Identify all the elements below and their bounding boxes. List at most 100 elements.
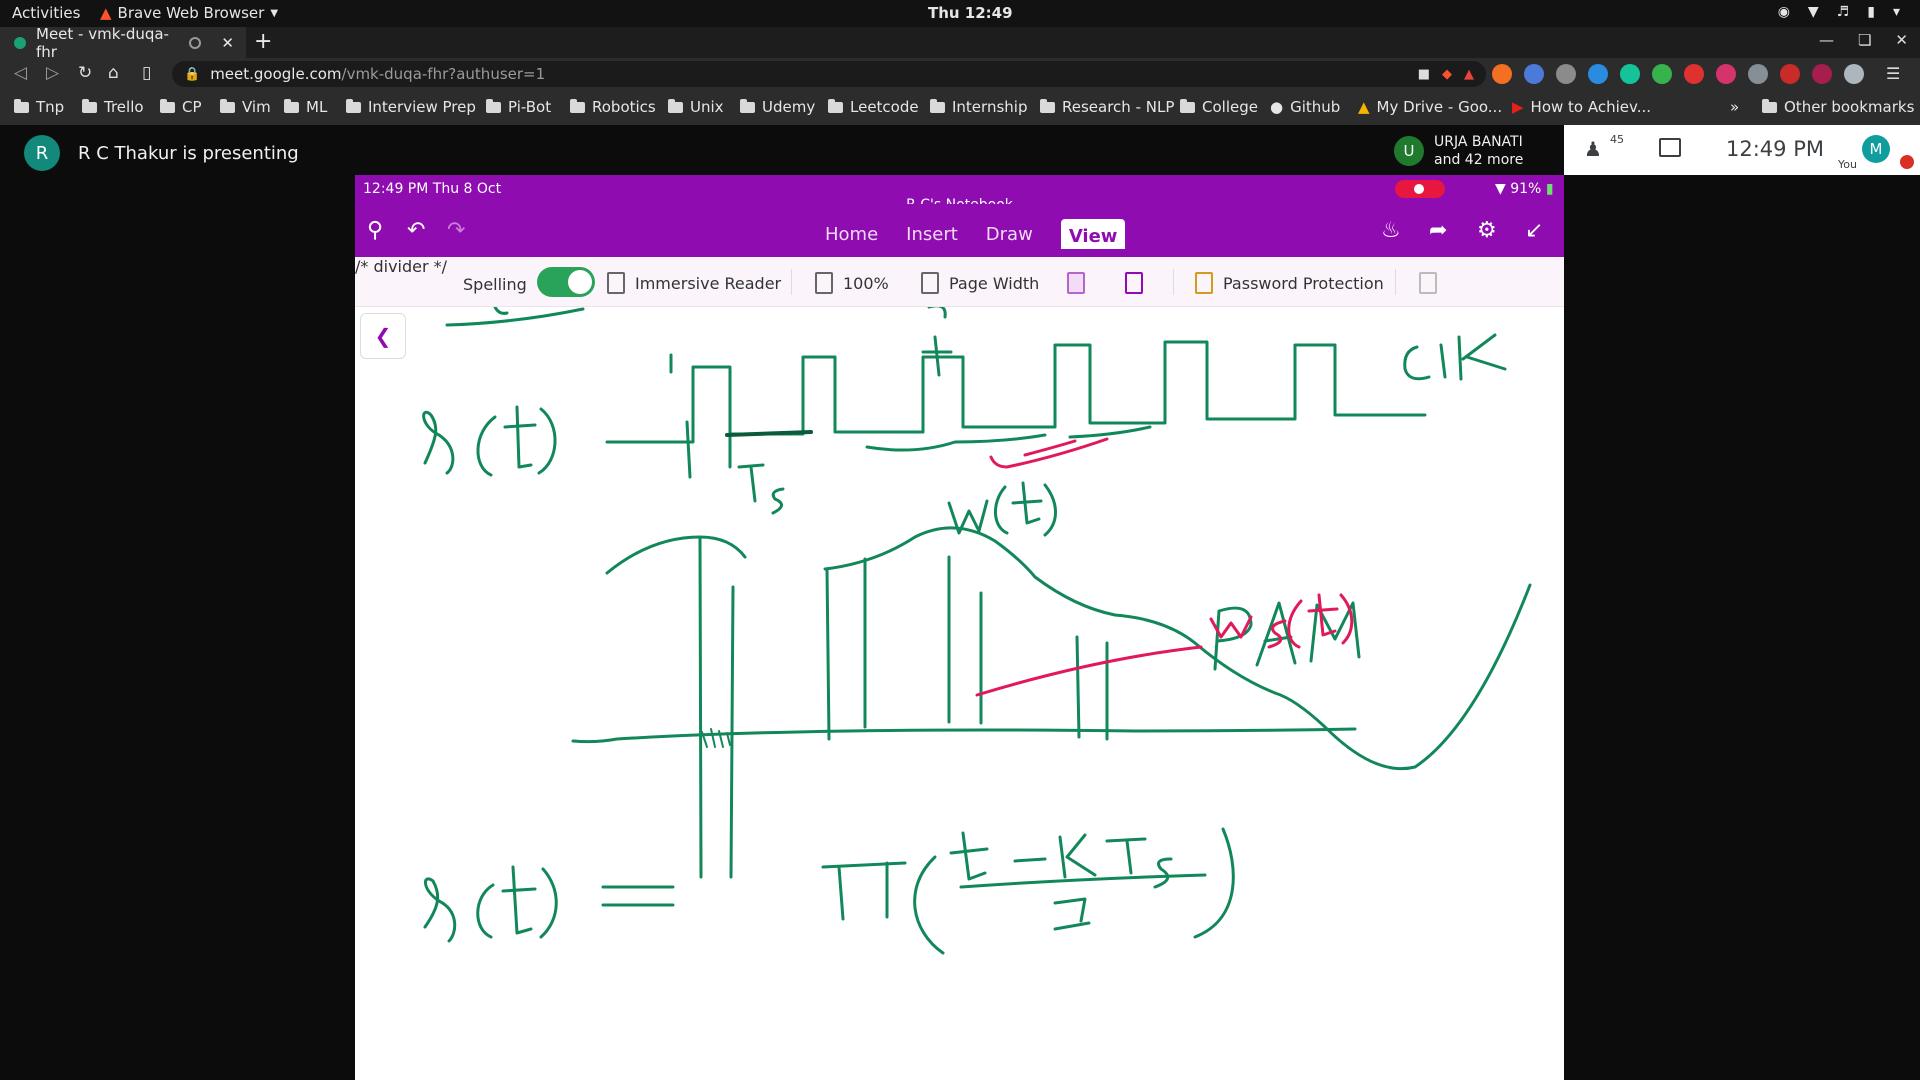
camera-icon[interactable]: ■ [1418,67,1430,82]
activities-button[interactable]: Activities [12,4,80,22]
tab-draw[interactable]: Draw [986,224,1033,249]
home-icon[interactable]: ⌂ [108,63,119,83]
back-icon[interactable]: ◁ [14,63,27,83]
bookmark-tnp[interactable]: Tnp [14,98,64,116]
bookmark-college[interactable]: College [1180,98,1258,116]
ink-numerator [1105,837,1147,875]
folder-icon [160,98,175,113]
collapse-icon[interactable]: ↙ [1525,218,1543,243]
undo-icon[interactable]: ↶ [407,218,425,243]
extension-4-icon[interactable] [1588,64,1608,84]
bookmark-unix[interactable]: Unix [668,98,724,116]
ink-label-w-t [1043,483,1057,537]
participant-tile[interactable]: U URJA BANATI and 42 more [1394,133,1523,169]
restore-icon[interactable]: ❏ [1858,31,1871,49]
grammarly-icon[interactable] [1620,64,1640,84]
ink-equation-s [539,867,558,939]
bookmark-pi-bot[interactable]: Pi-Bot [486,98,551,116]
search-icon[interactable]: ⚲ [367,218,383,243]
tab-home[interactable]: Home [825,224,878,249]
reload-icon[interactable]: ↻ [78,63,92,83]
bookmark-udemy[interactable]: Udemy [740,98,815,116]
extension-1-icon[interactable] [1492,64,1512,84]
brave-rewards-icon[interactable]: ▲ [1464,67,1474,82]
folder-icon [284,98,299,113]
bookmark-cp[interactable]: CP [160,98,202,116]
bookmark-robotics[interactable]: Robotics [570,98,656,116]
password-protection-button[interactable]: Password Protection [1195,272,1384,294]
share-icon[interactable]: ➦ [1429,218,1447,243]
close-tab-icon[interactable]: ✕ [221,34,234,52]
bookmark-vim[interactable]: Vim [220,98,271,116]
bookmark-icon[interactable]: ▯ [142,63,151,83]
rule-lines-button[interactable] [1125,272,1143,294]
bookmark-my-drive[interactable]: ▲ My Drive - Goo... [1358,98,1502,116]
tab-view[interactable]: View [1060,219,1126,249]
ipad-status-bar: 12:49 PM Thu 8 Oct R C's Notebook ▼ 91% … [355,175,1564,213]
tab-insert[interactable]: Insert [906,224,958,249]
bookmark-ml[interactable]: ML [284,98,327,116]
ink-stroke [921,307,953,377]
participant-name: URJA BANATI [1434,134,1523,150]
ink-stroke [493,307,509,315]
battery-icon: ▮ [1545,181,1554,197]
system-tray[interactable]: ◉ ▼ ♬ ▮ ▾ [1778,4,1900,20]
menu-icon[interactable]: ☰ [1886,64,1900,84]
ink-equation-s [423,877,457,943]
minimize-icon[interactable]: — [1819,31,1834,49]
extension-8-icon[interactable] [1716,64,1736,84]
extension-3-icon[interactable] [1556,64,1576,84]
people-icon[interactable]: ♟ [1584,137,1602,161]
tab-meet[interactable]: Meet - vmk-duqa-fhr ✕ [0,24,246,61]
page-color-button[interactable] [1067,272,1085,294]
chat-icon[interactable] [1659,138,1681,157]
folder-icon [82,98,97,113]
extension-9-icon[interactable] [1748,64,1768,84]
bookmark-leetcode[interactable]: Leetcode [828,98,919,116]
bookmark-research-nlp[interactable]: Research - NLP [1040,98,1174,116]
extension-2-icon[interactable] [1524,64,1544,84]
extension-12-icon[interactable] [1844,64,1864,84]
ink-numerator [949,831,989,881]
bookmark-how-to-achieve[interactable]: ▶ How to Achiev... [1512,98,1651,116]
forward-icon[interactable]: ▷ [46,63,59,83]
discord-icon: ◉ [1777,4,1790,20]
extension-11-icon[interactable] [1812,64,1832,84]
notification-bell-icon[interactable]: ♨ [1381,218,1401,243]
extension-6-icon[interactable] [1652,64,1672,84]
close-window-icon[interactable]: ✕ [1895,31,1908,49]
other-bookmarks[interactable]: Other bookmarks [1762,98,1914,116]
brave-logo-icon: ▲ [100,4,112,22]
folder-icon [1762,98,1777,113]
extension-7-icon[interactable] [1684,64,1704,84]
self-avatar[interactable]: M [1862,135,1890,163]
ink-time-axis [571,727,1357,744]
bookmarks-overflow-button[interactable]: » [1730,98,1739,116]
bookmark-github[interactable]: ● Github [1270,98,1340,116]
ink-message-signal [823,526,1532,771]
spelling-toggle[interactable]: Spelling [463,267,595,297]
bookmark-internship[interactable]: Internship [930,98,1027,116]
page-zoom-icon [815,272,833,294]
brave-shields-icon[interactable]: ◆ [1442,67,1452,82]
immersive-reader-button[interactable]: Immersive Reader [607,272,781,294]
battery-icon: ▮ [1867,4,1875,20]
page-versions-button[interactable] [1419,272,1437,294]
tab-title: Meet - vmk-duqa-fhr [36,24,169,61]
address-bar[interactable]: 🔒 meet.google.com /vmk-duqa-fhr?authuser… [172,61,1486,87]
redo-icon[interactable]: ↷ [447,218,465,243]
toggle-switch[interactable] [536,267,595,297]
folder-icon [346,98,361,113]
page-width-icon [921,272,939,294]
bookmark-interview-prep[interactable]: Interview Prep [346,98,476,116]
new-tab-button[interactable]: + [254,29,272,54]
app-menu[interactable]: ▲ Brave Web Browser ▼ [100,4,278,22]
ink-canvas[interactable] [355,307,1564,1080]
zoom-button[interactable]: 100% [815,272,889,294]
settings-gear-icon[interactable]: ⚙ [1477,218,1497,243]
page-width-button[interactable]: Page Width [921,272,1039,294]
ink-label-pam [1213,606,1253,671]
bookmark-trello[interactable]: Trello [82,98,144,116]
system-clock[interactable]: Thu 12:49 [928,4,1013,22]
extension-10-icon[interactable] [1780,64,1800,84]
